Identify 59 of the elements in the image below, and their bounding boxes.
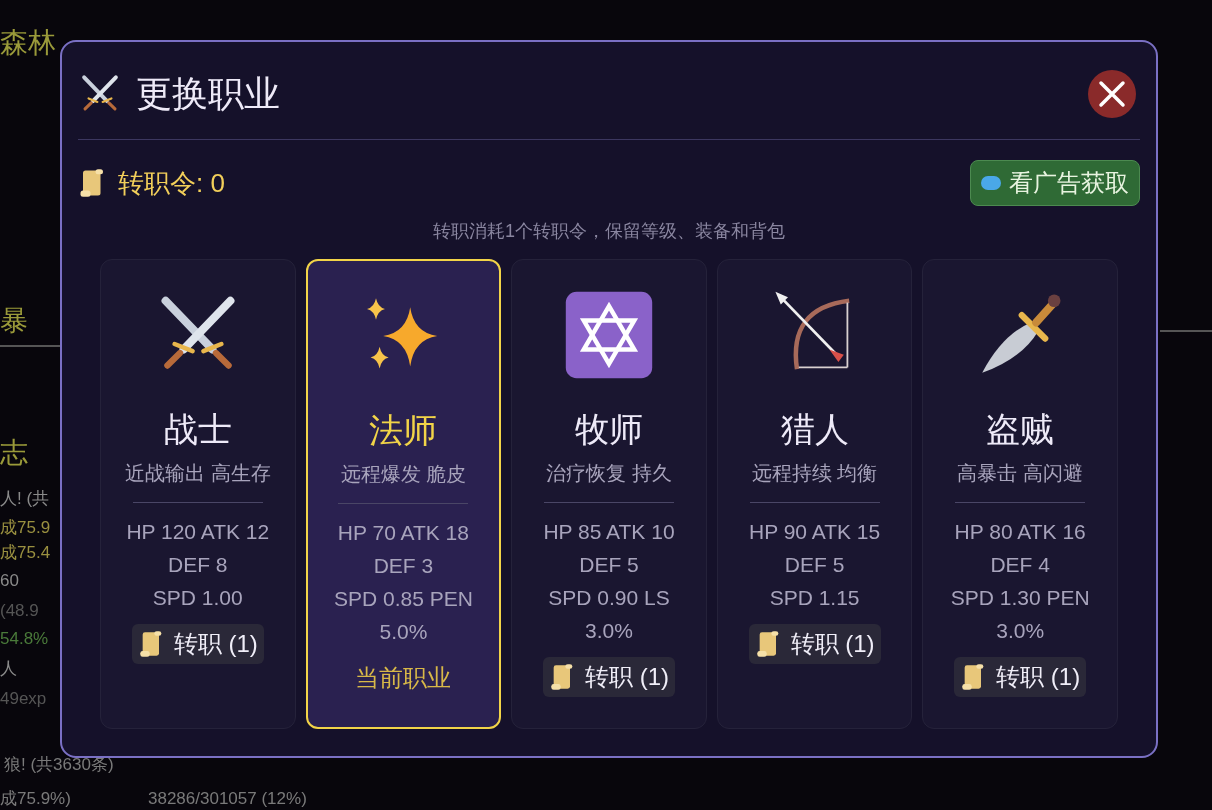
dialog-title: 更换职业 [136,71,280,116]
background-text: 38286/301057 (12%) [148,788,307,810]
tv-icon [981,176,1001,190]
background-text: 人! (共 [0,488,50,510]
stat-line: 3.0% [996,618,1045,644]
stat-line: SPD 0.90 LS [548,585,670,611]
info-text: 转职消耗1个转职令，保留等级、装备和背包 [432,220,786,243]
stat-line: SPD 1.00 [152,585,243,611]
class-name: 盗贼 [986,409,1055,450]
stat-line: SPD 1.30 PEN [950,585,1090,611]
class-description: 远程爆发 脆皮 [340,462,467,487]
stat-line: DEF 4 [990,552,1050,578]
change-class-button[interactable]: 转职 (1) [543,657,675,697]
stat-line: 5.0% [379,619,428,645]
stat-line: SPD 1.15 [769,585,860,611]
current-class-label: 当前职业 [355,663,452,693]
stat-line: DEF 8 [168,552,228,578]
background-text: 成75.4 [0,542,51,564]
background-text: 人 [0,658,17,680]
class-card[interactable]: 法师 远程爆发 脆皮 HP 70 ATK 18 DEF 3 SPD 0.85 PEN 5.0% 当前职业 [305,259,502,729]
watch-ad-button[interactable]: 看广告获取 [970,160,1140,206]
change-class-button[interactable]: 转职 (1) [131,624,264,664]
stat-line: HP 85 ATK 10 [543,519,675,545]
class-card[interactable]: 牧师 治疗恢复 持久 HP 85 ATK 10 DEF 5 SPD 0.90 LS 3.0% 转职 (1) [511,259,707,729]
class-name: 法师 [369,410,438,451]
class-description: 远程持续 均衡 [751,461,878,486]
close-icon [1098,79,1126,108]
change-class-button[interactable]: 转职 (1) [954,657,1087,697]
stat-line: 3.0% [585,618,633,644]
stat-line: DEF 5 [579,552,639,578]
stat-line: DEF 3 [373,553,434,579]
stat-line: HP 120 ATK 12 [126,519,270,545]
class-description: 近战输出 高生存 [125,461,271,486]
background-heading: 志 [0,436,28,470]
class-name: 牧师 [575,409,643,450]
background-text: 54.8% [0,628,49,650]
class-description: 高暴击 高闪避 [957,461,1083,486]
change-class-button[interactable]: 转职 (1) [748,624,881,664]
class-name: 猎人 [780,409,849,450]
token-count: 转职令: 0 [118,166,225,200]
stat-line: DEF 5 [784,552,845,578]
background-text: 成75.9 [0,517,51,539]
stat-line: HP 80 ATK 16 [954,519,1086,545]
stat-line: HP 70 ATK 18 [337,520,469,546]
stat-line: SPD 0.85 PEN [333,586,473,612]
background-text: 49exp [0,688,47,710]
background-heading: 森林 [0,26,56,60]
background-heading: 暴 [0,304,28,338]
background-text: 成75.9%) [0,788,71,810]
background-text: 狼! (共3630条) [4,754,114,776]
class-card[interactable]: 猎人 远程持续 均衡 HP 90 ATK 15 DEF 5 SPD 1.15 转职 (1) [716,259,913,729]
background-text: (48.9 [0,600,39,622]
background-text: 60 [0,570,19,592]
class-card[interactable]: 战士 近战输出 高生存 HP 120 ATK 12 DEF 8 SPD 1.00 转职 (1) [100,259,296,729]
class-name: 战士 [163,409,232,450]
class-card[interactable]: 盗贼 高暴击 高闪避 HP 80 ATK 16 DEF 4 SPD 1.30 PEN 3.0% 转职 (1) [922,259,1118,729]
class-description: 治疗恢复 持久 [546,461,672,486]
stat-line: HP 90 ATK 15 [749,519,881,545]
close-button[interactable] [1088,69,1136,118]
